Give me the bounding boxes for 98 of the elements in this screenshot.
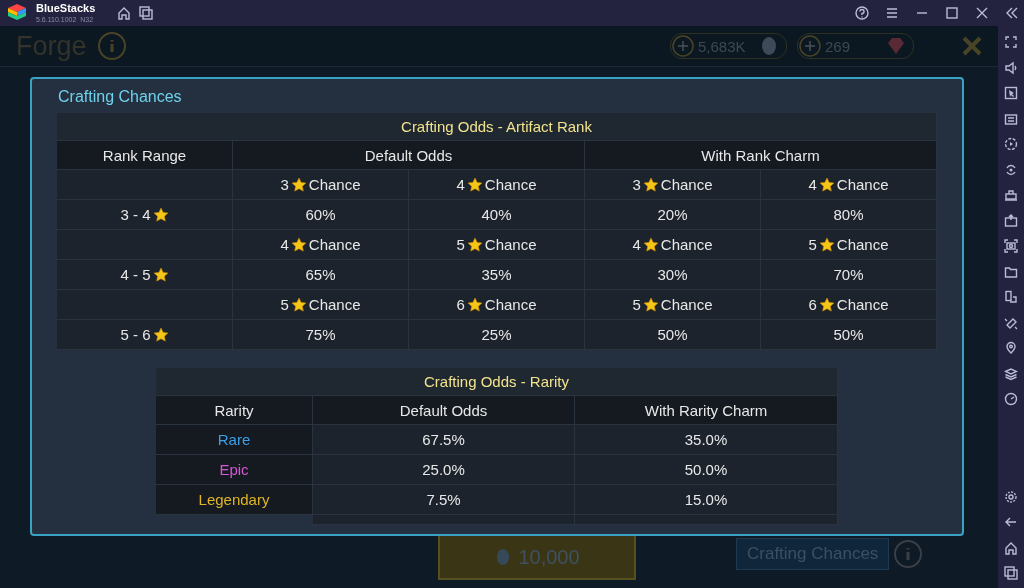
back-icon[interactable] [1004,515,1018,529]
column-header: Default Odds [313,396,575,425]
chance-label: Chance [660,176,713,193]
table-cell: 50.0% [575,455,838,485]
maximize-icon[interactable] [945,6,959,20]
devices-icon[interactable] [1004,290,1018,304]
rank-number: 6 [456,296,465,313]
star-icon [466,296,483,313]
package-icon[interactable] [1004,213,1018,228]
settings-icon[interactable] [1004,489,1018,504]
star-icon [152,326,169,343]
dialog-title: Crafting Chances [58,88,182,107]
windows-icon[interactable] [139,6,154,20]
windows-icon[interactable] [1004,566,1018,580]
table-cell: 35.0% [575,425,838,455]
layers-icon[interactable] [1004,366,1018,381]
folder-icon[interactable] [1004,264,1018,279]
star-icon [152,206,169,223]
rarity-name: Epic [219,461,249,478]
table-cell: 7.5% [313,485,575,515]
rank-number: 4 [632,236,641,253]
rank-number: 5 [808,236,817,253]
rank-number: 5 [456,236,465,253]
speaker-icon[interactable] [1004,60,1018,75]
chance-label: Chance [484,296,537,313]
column-header: With Rank Charm [585,141,937,170]
table-cell: 50% [761,320,937,350]
chance-label: Chance [836,296,889,313]
table-cell: 70% [761,260,937,290]
table-cell: 15.0% [575,485,838,515]
rank-range: 3 - 4 [120,206,151,223]
table-cell: 20% [585,200,761,230]
rarity-name: Legendary [198,491,270,508]
rank-number: 4 [280,236,289,253]
table-cell: 75% [233,320,409,350]
pointer-icon[interactable] [1004,86,1018,100]
app-logo-icon [6,3,28,23]
collapse-icon[interactable] [1005,6,1019,20]
chance-label: Chance [660,236,713,253]
chance-label: Chance [308,236,361,253]
star-icon [642,236,659,253]
table-title: Crafting Odds - Rarity [156,368,838,396]
table-cell: 60% [233,200,409,230]
table-cell: 25% [409,320,585,350]
star-icon [642,296,659,313]
table-title: Crafting Odds - Artifact Rank [57,113,937,141]
app-name: BlueStacks [36,3,96,14]
fullscreen-icon[interactable] [1004,35,1018,49]
table-cell: 50% [585,320,761,350]
column-header: Rarity [156,396,313,425]
rank-number: 5 [280,296,289,313]
star-icon [818,176,835,193]
chance-label: Chance [308,176,361,193]
chance-label: Chance [660,296,713,313]
rarity-name: Rare [217,431,251,448]
rank-range: 4 - 5 [120,266,151,283]
home-icon[interactable] [1004,540,1018,555]
camera-icon[interactable] [1004,239,1018,253]
chance-label: Chance [308,296,361,313]
cost-button[interactable]: 10,000 [438,534,636,580]
rank-number: 5 [632,296,641,313]
toolbox-icon[interactable] [1004,188,1018,202]
chance-label: Chance [836,236,889,253]
keyboard-icon[interactable] [1004,111,1018,126]
rank-number: 4 [808,176,817,193]
star-icon [290,176,307,193]
star-icon [818,296,835,313]
column-header: Rank Range [57,141,233,170]
home-icon[interactable] [117,6,132,20]
rank-number: 4 [456,176,465,193]
table-cell: 35% [409,260,585,290]
table-cell: 25.0% [313,455,575,485]
star-icon [290,296,307,313]
table-cell: 40% [409,200,585,230]
rank-range: 5 - 6 [120,326,151,343]
close-icon[interactable] [975,6,989,20]
location-icon[interactable] [1004,341,1018,355]
rank-number: 6 [808,296,817,313]
table-cell: 67.5% [313,425,575,455]
star-icon [290,236,307,253]
help-icon[interactable] [855,6,869,20]
star-icon [642,176,659,193]
gauge-icon[interactable] [1004,392,1018,406]
chance-label: Chance [484,176,537,193]
column-header: With Rarity Charm [575,396,838,425]
chance-label: Chance [484,236,537,253]
rank-number: 3 [632,176,641,193]
table-cell: 80% [761,200,937,230]
star-icon [818,236,835,253]
column-header: Default Odds [233,141,585,170]
table-cell: 65% [233,260,409,290]
star-icon [152,266,169,283]
rank-number: 3 [280,176,289,193]
star-icon [466,176,483,193]
table-cell: 30% [585,260,761,290]
chance-label: Chance [836,176,889,193]
menu-icon[interactable] [885,6,899,20]
star-icon [466,236,483,253]
